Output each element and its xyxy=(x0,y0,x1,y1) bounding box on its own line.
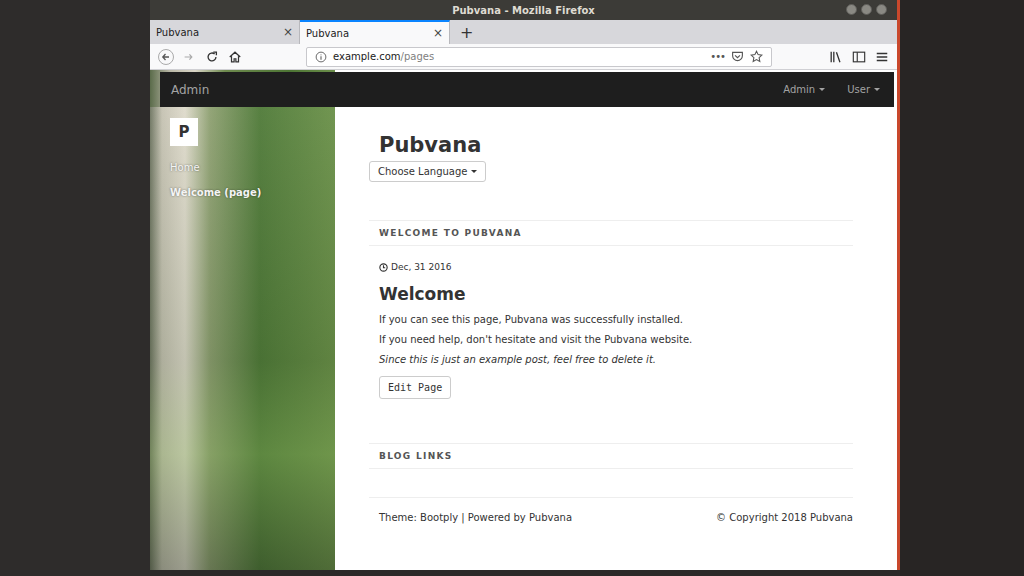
navbar-menu[interactable]: User xyxy=(847,84,880,95)
tab-close-button[interactable]: × xyxy=(283,25,293,39)
sidebar-button[interactable] xyxy=(849,47,868,67)
sidebar-item[interactable]: Home xyxy=(170,162,315,173)
desktop: Pubvana - Mozilla FirefoxPubvana×Pubvana… xyxy=(0,0,1024,576)
site-title: Pubvana xyxy=(379,133,481,157)
navbar-brand[interactable]: Admin xyxy=(171,83,209,97)
caret-icon xyxy=(819,88,825,91)
clock-icon xyxy=(379,263,388,272)
nav-toolbar: example.com/pages ••• xyxy=(150,44,897,70)
minimize-icon[interactable] xyxy=(846,4,857,15)
tab[interactable]: Pubvana× xyxy=(150,20,300,44)
footer-copyright: © Copyright 2018 Pubvana xyxy=(716,512,853,523)
tab-close-button[interactable]: × xyxy=(433,26,443,40)
edit-page-button[interactable]: Edit Page xyxy=(379,376,451,399)
desktop-background xyxy=(0,0,150,576)
post-title: Welcome xyxy=(379,284,466,304)
library-icon xyxy=(829,50,843,64)
sidebar-item[interactable]: Welcome (page) xyxy=(170,187,315,198)
info-icon[interactable] xyxy=(315,51,327,63)
reload-icon xyxy=(205,50,219,64)
post-paragraph: Since this is just an example post, feel… xyxy=(379,350,656,370)
site-logo[interactable]: P xyxy=(170,118,198,146)
language-dropdown[interactable]: Choose Language xyxy=(369,161,486,182)
post-paragraph: If you need help, don't hesitate and vis… xyxy=(379,330,692,350)
pocket-icon[interactable] xyxy=(731,50,744,63)
menu-button[interactable] xyxy=(872,47,891,67)
reload-button[interactable] xyxy=(202,47,221,67)
title-bar: Pubvana - Mozilla Firefox xyxy=(150,0,897,20)
web-page: Admin Admin User P Home Welcome (page) Pubvana… xyxy=(150,70,897,570)
forward-button[interactable] xyxy=(179,47,198,67)
page-footer: Theme: Bootply | Powered by Pubvana © Cop… xyxy=(369,497,853,523)
url-field[interactable]: example.com/pages ••• xyxy=(306,47,772,67)
bookmark-star-icon[interactable] xyxy=(750,50,763,63)
tab-label: Pubvana xyxy=(156,27,283,38)
post-paragraph: If you can see this page, Pubvana was su… xyxy=(379,310,683,330)
forward-arrow-icon xyxy=(182,50,196,64)
section-header: BLOG LINKS xyxy=(369,443,853,469)
footer-credit: Theme: Bootply | Powered by Pubvana xyxy=(379,512,572,523)
caret-icon xyxy=(874,88,880,91)
hamburger-menu-icon xyxy=(875,50,889,64)
tab[interactable]: Pubvana× xyxy=(300,20,450,44)
back-button[interactable] xyxy=(156,47,175,67)
main-content: Pubvana Choose Language WELCOME TO PUBVANA… xyxy=(335,107,897,570)
close-icon[interactable] xyxy=(876,4,887,15)
site-navbar: Admin Admin User xyxy=(160,72,894,107)
library-button[interactable] xyxy=(826,47,845,67)
home-icon xyxy=(228,50,242,64)
sidebar: P Home Welcome (page) xyxy=(150,107,335,570)
home-button[interactable] xyxy=(225,47,244,67)
page-body: P Home Welcome (page) Pubvana Choose Languag… xyxy=(150,107,897,570)
page-actions-button[interactable]: ••• xyxy=(710,51,725,62)
tab-strip: Pubvana×Pubvana×+ xyxy=(150,20,897,44)
post-date: Dec, 31 2016 xyxy=(379,262,451,272)
new-tab-button[interactable]: + xyxy=(450,20,483,44)
caret-icon xyxy=(471,170,477,173)
sidebar-icon xyxy=(852,50,866,64)
url-text: example.com/pages xyxy=(333,51,434,62)
back-arrow-icon xyxy=(158,49,174,65)
maximize-icon[interactable] xyxy=(861,4,872,15)
window-controls xyxy=(846,4,887,15)
navbar-menu[interactable]: Admin xyxy=(783,84,825,95)
tab-label: Pubvana xyxy=(306,28,433,39)
window-title: Pubvana - Mozilla Firefox xyxy=(452,5,595,16)
section-header: WELCOME TO PUBVANA xyxy=(369,220,853,246)
browser-window: Pubvana - Mozilla FirefoxPubvana×Pubvana… xyxy=(150,0,900,570)
desktop-background xyxy=(900,0,1024,576)
